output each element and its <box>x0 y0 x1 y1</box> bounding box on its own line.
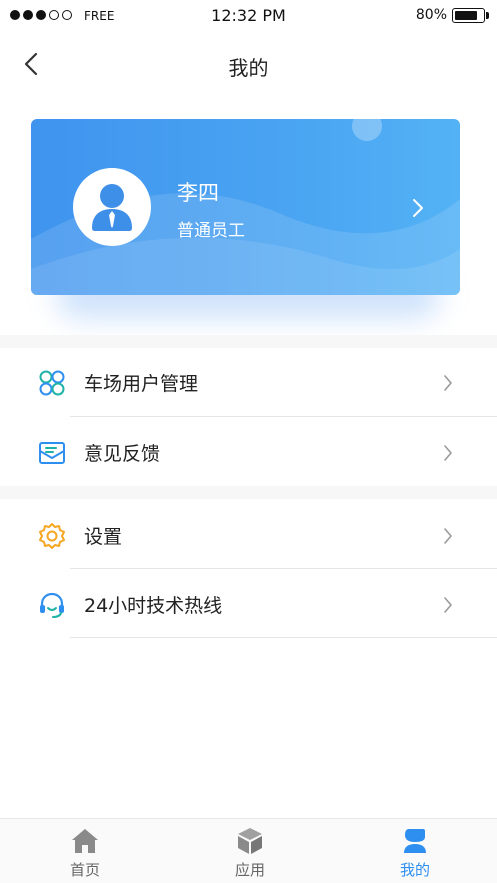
chevron-right-icon <box>444 375 452 391</box>
divider <box>70 416 497 417</box>
tab-label: 我的 <box>399 861 430 879</box>
tab-icon-wrap <box>235 827 265 855</box>
home-icon <box>72 829 98 853</box>
section-gap <box>0 486 497 499</box>
menu-item-parking-users[interactable]: 车场用户管理 <box>0 348 497 416</box>
menu-item-settings[interactable]: 设置 <box>0 501 497 569</box>
avatar <box>73 168 151 246</box>
tab-icon-wrap <box>70 827 100 855</box>
tab-home[interactable]: 首页 <box>25 819 145 883</box>
user-role: 普通员工 <box>177 221 245 241</box>
section-gap <box>0 335 497 348</box>
battery-tip <box>486 12 489 19</box>
tab-label: 首页 <box>69 861 100 879</box>
nav-bar: 我的 <box>0 32 497 96</box>
cube-icon <box>238 828 262 854</box>
menu-item-label: 设置 <box>84 526 123 548</box>
divider <box>70 637 497 638</box>
tab-bar: 首页 应用 我的 <box>0 818 497 883</box>
menu-icon-wrap <box>37 438 67 468</box>
menu-item-label: 意见反馈 <box>84 443 161 465</box>
tab-mine[interactable]: 我的 <box>355 819 475 883</box>
menu-icon-wrap <box>37 590 67 620</box>
tab-icon-wrap <box>400 827 430 855</box>
battery-percent: 80% <box>415 7 447 23</box>
page-title: 我的 <box>228 56 269 80</box>
chevron-right-icon <box>413 199 423 217</box>
menu-item-hotline[interactable]: 24小时技术热线 <box>0 570 497 638</box>
tab-apps[interactable]: 应用 <box>190 819 310 883</box>
chevron-right-icon <box>444 528 452 544</box>
tab-label: 应用 <box>234 861 265 879</box>
four-petal-icon <box>39 370 65 396</box>
menu-icon-wrap <box>37 368 67 398</box>
menu-item-feedback[interactable]: 意见反馈 <box>0 418 497 486</box>
headset-icon <box>40 592 64 618</box>
menu-item-label: 车场用户管理 <box>84 373 199 395</box>
menu-icon-wrap <box>37 521 67 551</box>
gear-icon <box>39 523 65 549</box>
envelope-icon <box>39 442 65 464</box>
battery-level <box>455 11 477 20</box>
chevron-right-icon <box>444 445 452 461</box>
user-icon <box>404 829 426 853</box>
status-bar: FREE 12:32 PM 80% <box>0 0 497 32</box>
divider <box>70 568 497 569</box>
battery-icon <box>452 8 485 23</box>
profile-card[interactable]: 李四 普通员工 <box>31 119 460 295</box>
menu-item-label: 24小时技术热线 <box>84 595 223 617</box>
user-name: 李四 <box>177 181 219 205</box>
user-avatar-icon <box>92 184 132 231</box>
chevron-right-icon <box>444 597 452 613</box>
